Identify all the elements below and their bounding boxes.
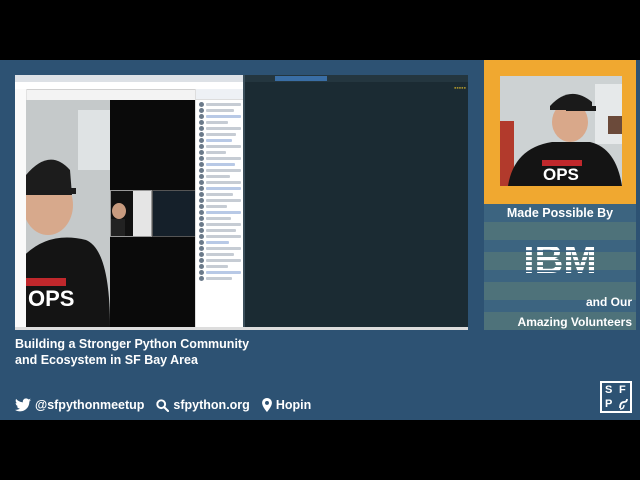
- browser-tabs[interactable]: [15, 75, 243, 82]
- chat-message: [199, 276, 232, 281]
- terminal-selection: [275, 76, 327, 81]
- chat-message: [199, 114, 241, 119]
- logo-letter-s: S: [605, 384, 613, 396]
- chat-message: [199, 168, 241, 173]
- chat-message: [199, 234, 241, 239]
- chat-message: [199, 186, 241, 191]
- chat-message: [199, 162, 235, 167]
- sponsor-name: IBM: [523, 238, 596, 277]
- chat-message: [199, 264, 228, 269]
- chat-message: [199, 246, 241, 251]
- chat-message: [199, 156, 241, 161]
- chat-message: [199, 252, 234, 257]
- twitter-icon: [15, 398, 31, 412]
- chat-message: [199, 102, 241, 107]
- presenter-figure: OPS: [26, 100, 110, 327]
- chat-message: [199, 138, 232, 143]
- presenter-thumbnail[interactable]: [110, 190, 152, 237]
- presenter-video-tile: OPS: [26, 100, 110, 327]
- chat-message: [199, 126, 241, 131]
- python-snake-icon: [619, 398, 628, 410]
- volunteers-label: Amazing Volunteers: [517, 315, 632, 329]
- search-icon: [156, 398, 170, 412]
- headline-line-1: Building a Stronger Python Community: [15, 337, 250, 351]
- website-url: sfpython.org: [173, 398, 250, 412]
- browser-window: OPS: [15, 75, 244, 330]
- shirt-text-small: OPS: [28, 286, 74, 311]
- chat-header[interactable]: [196, 89, 244, 100]
- taskbar: [15, 327, 468, 330]
- terminal-window[interactable]: ▪▪▪▪▪: [243, 75, 468, 330]
- speaker-camera: OPS: [500, 76, 622, 186]
- map-pin-icon: [261, 398, 272, 412]
- made-possible-label: Made Possible By: [506, 206, 614, 220]
- terminal-thumbnail[interactable]: [152, 190, 197, 237]
- and-our-label: and Our: [585, 295, 632, 309]
- ibm-logo: IBM: [523, 238, 596, 277]
- screen-share: OPS ▪▪▪▪▪: [15, 75, 468, 330]
- hopin-label: Hopin: [275, 398, 312, 412]
- chat-message: [199, 228, 236, 233]
- chat-message: [199, 204, 227, 209]
- sidebar: OPS Made Possible By IBM and Our Amazing…: [484, 60, 636, 330]
- social-links: @sfpythonmeetup sfpython.org Hopin: [15, 398, 323, 412]
- chat-panel: [195, 89, 244, 330]
- sfpython-logo: S F P: [600, 381, 632, 413]
- chat-message: [199, 210, 241, 215]
- chat-message: [199, 192, 233, 197]
- chat-message: [199, 240, 229, 245]
- hopin-link[interactable]: Hopin: [261, 398, 312, 412]
- chat-message: [199, 120, 228, 125]
- chat-message: [199, 150, 226, 155]
- logo-letter-f: F: [619, 384, 626, 396]
- chat-message: [199, 258, 241, 263]
- logo-letter-p: P: [605, 398, 613, 410]
- headline-line-2: and Ecosystem in SF Bay Area: [15, 353, 198, 367]
- chat-message: [199, 216, 231, 221]
- chat-message: [199, 108, 234, 113]
- twitter-link[interactable]: @sfpythonmeetup: [15, 398, 144, 412]
- speaker-figure: OPS: [500, 76, 622, 186]
- chat-message: [199, 270, 241, 275]
- chat-message: [199, 144, 241, 149]
- chat-message: [199, 222, 241, 227]
- chat-message: [199, 180, 241, 185]
- terminal-clock: ▪▪▪▪▪: [453, 85, 466, 90]
- stream-frame: OPS ▪▪▪▪▪ OPS Made Possible By IBM and O…: [0, 60, 640, 420]
- chat-message: [199, 198, 241, 203]
- website-link[interactable]: sfpython.org: [156, 398, 250, 412]
- chat-message: [199, 174, 230, 179]
- chat-message: [199, 132, 236, 137]
- event-headline: Building a Stronger Python Community and…: [15, 336, 249, 368]
- presenter-thumb-figure: [111, 191, 151, 236]
- twitter-handle: @sfpythonmeetup: [35, 398, 145, 412]
- shirt-text: OPS: [543, 165, 579, 184]
